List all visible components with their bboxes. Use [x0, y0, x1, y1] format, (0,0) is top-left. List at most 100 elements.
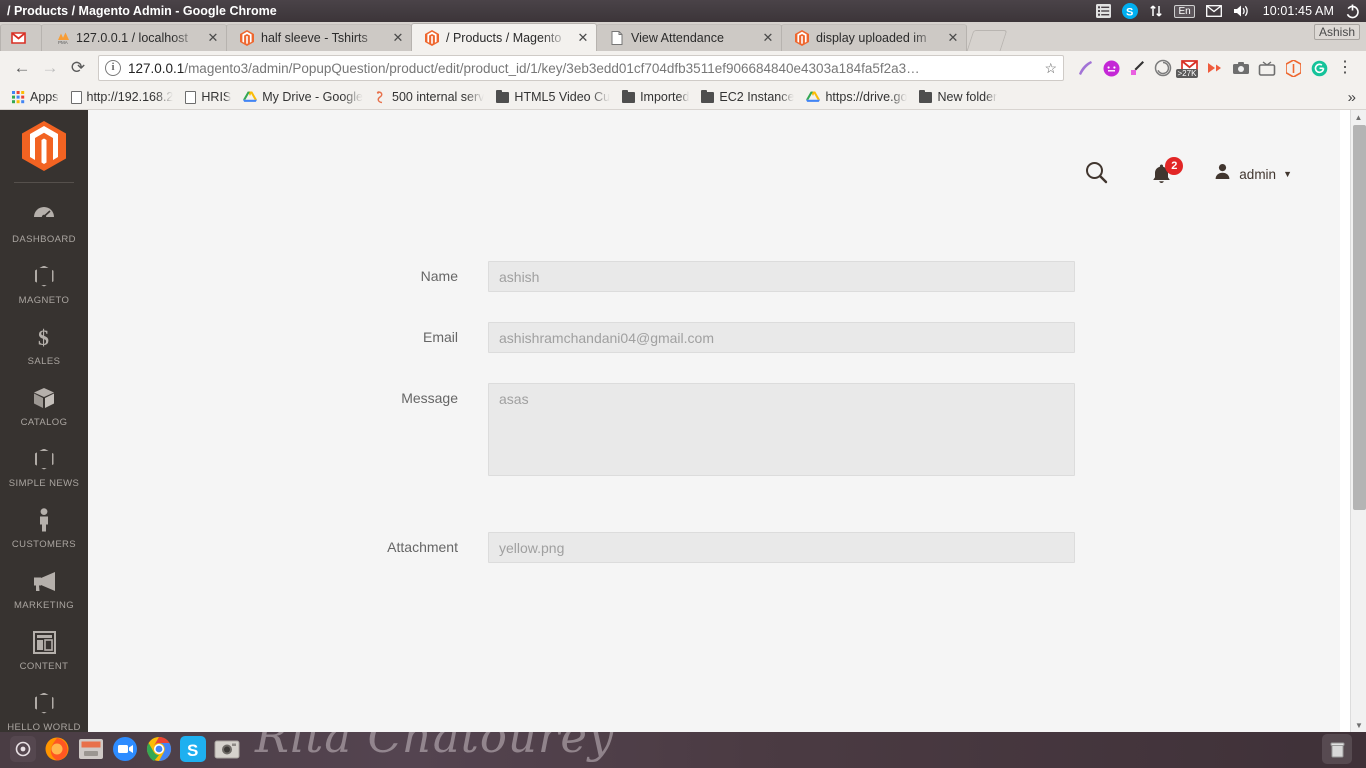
browser-tab-1[interactable]: PMA 127.0.0.1 / localhost ✕	[41, 24, 227, 51]
tab-close-icon[interactable]: ✕	[389, 29, 407, 47]
ubuntu-dash-icon[interactable]	[8, 734, 38, 764]
search-icon[interactable]	[1084, 160, 1109, 185]
admin-header: 2 admin ▼	[88, 110, 1340, 203]
chrome-profile-name[interactable]: Ashish	[1313, 24, 1360, 40]
site-info-icon[interactable]: i	[105, 60, 121, 76]
sidebar-item-label: SALES	[27, 356, 61, 367]
back-button[interactable]: ←	[8, 54, 36, 82]
google-drive-icon	[243, 91, 258, 103]
sidebar-item-marketing[interactable]: MARKETING	[0, 563, 88, 624]
gmail-extension-icon[interactable]: >27K	[1175, 55, 1202, 81]
sidebar-item-catalog[interactable]: CATALOG	[0, 380, 88, 441]
address-bar[interactable]: i 127.0.0.1/magento3/admin/PopupQuestion…	[98, 55, 1064, 81]
firefox-icon[interactable]	[42, 734, 72, 764]
google-drive-icon	[806, 91, 821, 103]
browser-tab-2[interactable]: half sleeve - Tshirts ✕	[226, 24, 412, 51]
gmail-icon	[10, 30, 26, 46]
loom-spiral-extension-icon[interactable]	[1150, 55, 1176, 81]
bookmark-item-1[interactable]: http://192.168.2	[65, 87, 180, 108]
message-field[interactable]: asas	[488, 383, 1075, 476]
wallpaper-text: Rita Chatourey	[255, 732, 615, 763]
tab-close-icon[interactable]: ✕	[759, 29, 777, 47]
chrome-icon[interactable]	[144, 734, 174, 764]
page-scrollbar[interactable]: ▲ ▼	[1350, 110, 1366, 732]
browser-tab-4[interactable]: View Attendance ✕	[596, 24, 782, 51]
bookmark-item-3[interactable]: My Drive - Google	[237, 87, 369, 108]
attachment-field-label: Attachment	[387, 539, 458, 555]
magento-icon	[794, 30, 810, 46]
email-field[interactable]	[488, 322, 1075, 353]
bookmark-item-4[interactable]: 500 internal serv	[369, 87, 490, 108]
name-field-label: Name	[420, 268, 458, 284]
sidebar-item-customers[interactable]: CUSTOMERS	[0, 502, 88, 563]
sidebar-nav-items[interactable]: DASHBOARD MAGNETO $ SALES CATALOG SIMPLE NEWS…	[0, 197, 88, 732]
sidebar-item-label: SIMPLE NEWS	[8, 478, 80, 489]
browser-tab-0[interactable]	[0, 24, 42, 51]
eyedropper-extension-icon[interactable]	[1124, 55, 1150, 81]
name-field[interactable]	[488, 261, 1075, 292]
tv-extension-icon[interactable]	[1254, 55, 1280, 81]
bookmark-item-0[interactable]: Apps	[6, 87, 65, 108]
sidebar-item-simple-news[interactable]: SIMPLE NEWS	[0, 441, 88, 502]
browser-toolbar: ← → ⟳ i 127.0.0.1/magento3/admin/PopupQu…	[0, 51, 1366, 85]
sidebar-item-hello-world[interactable]: HELLO WORLD	[0, 685, 88, 732]
scrollbar-thumb[interactable]	[1353, 125, 1366, 510]
tab-title: display uploaded im	[816, 31, 927, 45]
tab-close-icon[interactable]: ✕	[204, 29, 222, 47]
files-icon[interactable]	[76, 734, 106, 764]
sidebar-item-content[interactable]: CONTENT	[0, 624, 88, 685]
sidebar-item-label: DASHBOARD	[12, 234, 76, 245]
camera-extension-icon[interactable]	[1228, 55, 1254, 81]
form-row-attachment-field: Attachment	[88, 532, 1340, 563]
bookmark-item-2[interactable]: HRIS	[179, 87, 237, 108]
tab-close-icon[interactable]: ✕	[574, 29, 592, 47]
page-icon	[70, 90, 82, 104]
browser-tab-3[interactable]: / Products / Magento ✕	[411, 23, 597, 51]
bookmark-item-8[interactable]: https://drive.go	[800, 87, 913, 108]
bookmark-item-9[interactable]: New folder	[913, 87, 1003, 108]
sidebar-item-magneto[interactable]: MAGNETO	[0, 258, 88, 319]
reload-button[interactable]: ⟳	[64, 54, 92, 82]
bookmark-item-7[interactable]: EC2 Instance	[695, 87, 800, 108]
layout-icon	[2, 629, 86, 655]
url-path: /magento3/admin/PopupQuestion/product/ed…	[184, 60, 920, 76]
scrollbar-down-arrow[interactable]: ▼	[1351, 718, 1366, 732]
magento-logo-icon[interactable]	[0, 110, 88, 182]
tab-strip[interactable]: PMA 127.0.0.1 / localhost ✕ half sleeve - T…	[0, 22, 1366, 51]
grammarly-extension-icon[interactable]	[1306, 55, 1332, 81]
notifications-bell-icon[interactable]: 2	[1151, 157, 1184, 185]
bookmark-item-5[interactable]: HTML5 Video Cu	[490, 87, 616, 108]
magento-extension-icon[interactable]	[1280, 55, 1306, 81]
tab-title: half sleeve - Tshirts	[261, 31, 368, 45]
trash-icon[interactable]	[1322, 734, 1352, 764]
tab-close-icon[interactable]: ✕	[944, 29, 962, 47]
quill-pen-extension-icon[interactable]	[1072, 55, 1098, 81]
skype-icon[interactable]: S	[178, 734, 208, 764]
purple-circle-extension-icon[interactable]	[1098, 55, 1124, 81]
red-play-extension-icon[interactable]	[1202, 55, 1228, 81]
bookmark-star-icon[interactable]: ☆	[1039, 60, 1057, 77]
page-icon	[609, 30, 625, 46]
os-dock[interactable]: S	[8, 734, 246, 764]
browser-tab-5[interactable]: display uploaded im ✕	[781, 24, 967, 51]
new-tab-button[interactable]	[966, 30, 1008, 51]
bookmark-item-6[interactable]: Imported	[616, 87, 695, 108]
bookmark-label: EC2 Instance	[719, 90, 795, 104]
bookmarks-overflow-icon[interactable]: »	[1348, 89, 1360, 106]
message-field-label: Message	[401, 390, 458, 406]
bookmarks-bar[interactable]: Apps http://192.168.2 HRIS My Drive - Googl…	[0, 85, 1366, 110]
admin-user-menu[interactable]: admin ▼	[1214, 163, 1292, 185]
attachment-field[interactable]	[488, 532, 1075, 563]
forward-button[interactable]: →	[36, 54, 64, 82]
chrome-menu-icon[interactable]: ⋮	[1332, 55, 1358, 81]
magento-sidebar[interactable]: DASHBOARD MAGNETO $ SALES CATALOG SIMPLE NEWS…	[0, 110, 88, 732]
sidebar-item-sales[interactable]: $ SALES	[0, 319, 88, 380]
sidebar-item-dashboard[interactable]: DASHBOARD	[0, 197, 88, 258]
svg-text:PMA: PMA	[58, 40, 68, 45]
magento-icon	[424, 29, 440, 46]
screenshot-icon[interactable]	[212, 734, 242, 764]
popup-question-form: NameEmailMessageasasAttachment Copyright…	[88, 261, 1340, 732]
page-viewport: DASHBOARD MAGNETO $ SALES CATALOG SIMPLE NEWS…	[0, 110, 1366, 732]
zoom-icon[interactable]	[110, 734, 140, 764]
scrollbar-up-arrow[interactable]: ▲	[1351, 110, 1366, 124]
